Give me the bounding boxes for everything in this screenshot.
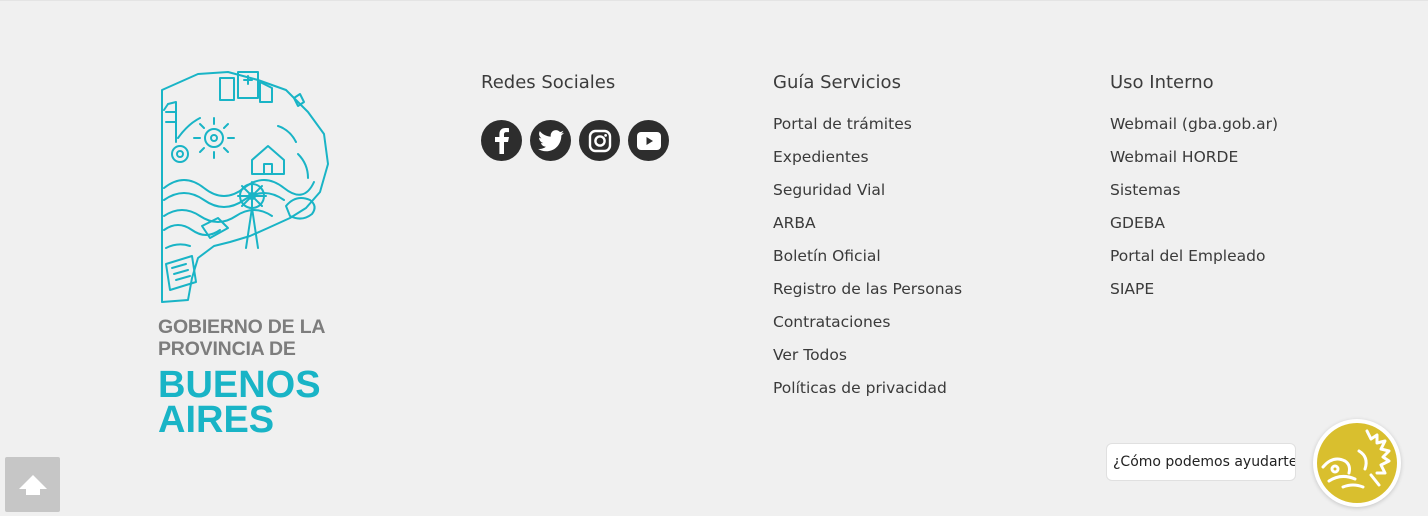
internal-link-gdeba[interactable]: GDEBA — [1110, 214, 1165, 232]
instagram-link[interactable] — [579, 120, 620, 161]
list-item: Contrataciones — [773, 306, 962, 339]
list-item: Webmail HORDE — [1110, 141, 1278, 174]
list-item: Políticas de privacidad — [773, 372, 962, 405]
list-item: SIAPE — [1110, 273, 1278, 306]
internal-list: Webmail (gba.gob.ar) Webmail HORDE Siste… — [1110, 108, 1278, 306]
chat-prompt-bubble[interactable]: ¿Cómo podemos ayudarte? — [1106, 443, 1296, 481]
list-item: Seguridad Vial — [773, 174, 962, 207]
twitter-link[interactable] — [530, 120, 571, 161]
list-item: Webmail (gba.gob.ar) — [1110, 108, 1278, 141]
logo-line-1: GOBIERNO DE LA — [158, 316, 326, 338]
list-item: Registro de las Personas — [773, 273, 962, 306]
chat-launcher-button[interactable] — [1313, 419, 1401, 507]
internal-link-siape[interactable]: SIAPE — [1110, 280, 1154, 298]
back-to-top-button[interactable] — [5, 457, 60, 512]
list-item: Portal del Empleado — [1110, 240, 1278, 273]
logo-line-2: PROVINCIA DE — [158, 338, 296, 360]
youtube-link[interactable] — [628, 120, 669, 161]
list-item: Portal de trámites — [773, 108, 962, 141]
services-link-registro-personas[interactable]: Registro de las Personas — [773, 280, 962, 298]
buenos-aires-province-map-icon — [161, 71, 329, 303]
social-column: Redes Sociales — [481, 70, 669, 161]
list-item: Expedientes — [773, 141, 962, 174]
social-heading: Redes Sociales — [481, 72, 616, 93]
list-item: Boletín Oficial — [773, 240, 962, 273]
services-link-contrataciones[interactable]: Contrataciones — [773, 313, 890, 331]
internal-link-sistemas[interactable]: Sistemas — [1110, 181, 1181, 199]
list-item: ARBA — [773, 207, 962, 240]
twitter-icon — [537, 129, 564, 151]
youtube-icon — [636, 131, 661, 150]
services-column: Guía Servicios Portal de trámites Expedi… — [773, 70, 962, 405]
services-link-expedientes[interactable]: Expedientes — [773, 148, 869, 166]
chat-assistant-icon — [1317, 423, 1397, 503]
arrow-up-icon — [18, 474, 47, 495]
services-link-boletin-oficial[interactable]: Boletín Oficial — [773, 247, 881, 265]
services-link-arba[interactable]: ARBA — [773, 214, 816, 232]
internal-heading: Uso Interno — [1110, 72, 1214, 93]
social-links — [481, 120, 669, 161]
internal-link-webmail[interactable]: Webmail (gba.gob.ar) — [1110, 115, 1278, 133]
services-heading: Guía Servicios — [773, 72, 901, 93]
chat-prompt-text: ¿Cómo podemos ayudarte? — [1113, 454, 1296, 470]
logo-wordmark: GOBIERNO DE LA PROVINCIA DE BUENOS AIRES — [158, 316, 326, 441]
facebook-icon — [494, 127, 509, 154]
list-item: Sistemas — [1110, 174, 1278, 207]
services-link-portal-tramites[interactable]: Portal de trámites — [773, 115, 912, 133]
internal-link-webmail-horde[interactable]: Webmail HORDE — [1110, 148, 1238, 166]
services-list: Portal de trámites Expedientes Seguridad… — [773, 108, 962, 405]
logo-line-3: BUENOS — [158, 364, 321, 406]
top-divider — [0, 0, 1428, 1]
internal-column: Uso Interno Webmail (gba.gob.ar) Webmail… — [1110, 70, 1278, 306]
logo-line-4: AIRES — [158, 399, 275, 441]
list-item: GDEBA — [1110, 207, 1278, 240]
list-item: Ver Todos — [773, 339, 962, 372]
facebook-link[interactable] — [481, 120, 522, 161]
instagram-icon — [588, 129, 611, 152]
gba-logo[interactable]: GOBIERNO DE LA PROVINCIA DE BUENOS AIRES — [158, 68, 333, 441]
services-link-ver-todos[interactable]: Ver Todos — [773, 346, 847, 364]
services-link-seguridad-vial[interactable]: Seguridad Vial — [773, 181, 885, 199]
services-link-politicas-privacidad[interactable]: Políticas de privacidad — [773, 379, 947, 397]
internal-link-portal-empleado[interactable]: Portal del Empleado — [1110, 247, 1265, 265]
